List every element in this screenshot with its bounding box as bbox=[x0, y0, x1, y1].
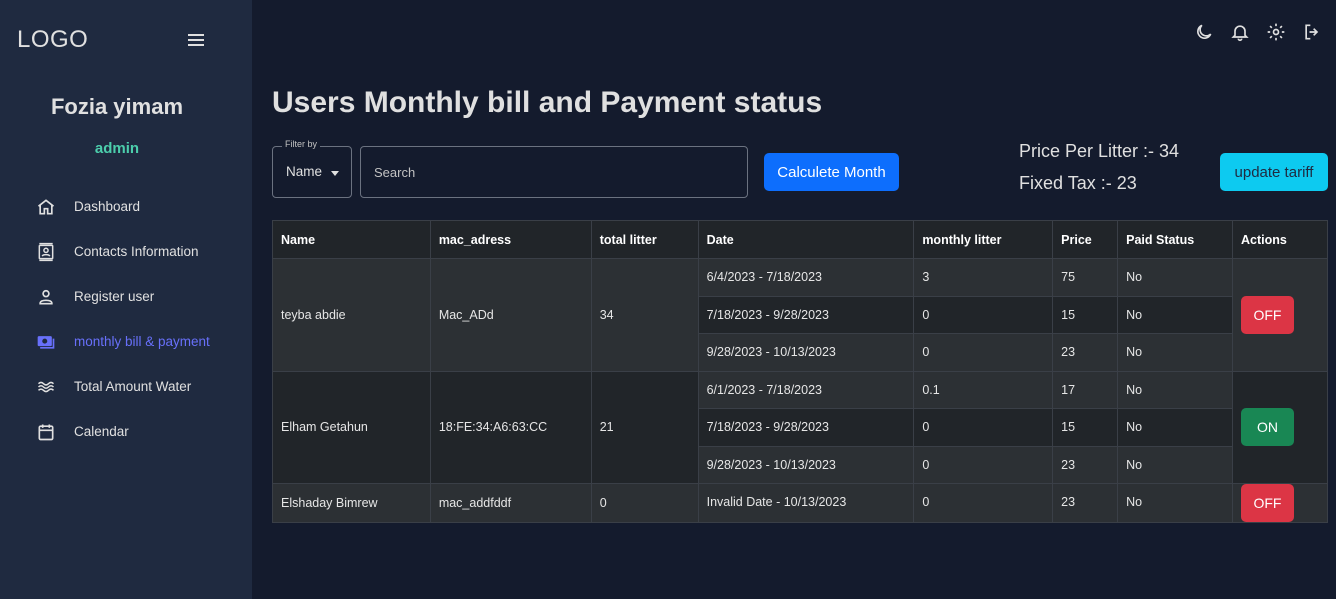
mac-address: Mac_ADd bbox=[429, 258, 592, 372]
sidebar-item-monthly-bill[interactable]: monthly bill & payment bbox=[0, 319, 252, 364]
monthly-litter: 0 bbox=[913, 295, 1054, 334]
sidebar-item-label: Calendar bbox=[74, 424, 129, 439]
date-range: 7/18/2023 - 9/28/2023 bbox=[697, 295, 915, 334]
sidebar-item-label: Dashboard bbox=[74, 199, 141, 214]
actions-cell: ON bbox=[1231, 370, 1329, 484]
dark-mode-icon[interactable] bbox=[1192, 20, 1216, 44]
price: 17 bbox=[1052, 370, 1119, 409]
profile-name: Fozia yimam bbox=[50, 94, 184, 119]
filter-select[interactable]: Name bbox=[272, 146, 352, 198]
toggle-off-button[interactable]: OFF bbox=[1240, 295, 1294, 334]
column-header: Price bbox=[1052, 220, 1119, 259]
monthly-litter: 0 bbox=[913, 408, 1054, 447]
sidebar-item-label: Register user bbox=[74, 289, 155, 304]
total-litter: 0 bbox=[590, 483, 699, 523]
date-range: 7/18/2023 - 9/28/2023 bbox=[697, 408, 915, 447]
logo: LOGO bbox=[17, 26, 89, 53]
column-header: Date bbox=[697, 220, 915, 259]
page-title: Users Monthly bill and Payment status bbox=[272, 86, 823, 119]
column-header: Paid Status bbox=[1117, 220, 1233, 259]
calendar-icon bbox=[36, 422, 56, 442]
paid-status: No bbox=[1117, 445, 1233, 484]
paid-status: No bbox=[1117, 408, 1233, 447]
column-header: Name bbox=[272, 220, 431, 259]
actions-cell: OFF bbox=[1231, 258, 1329, 372]
price: 23 bbox=[1052, 333, 1119, 372]
profile-role: admin bbox=[94, 140, 140, 157]
price: 23 bbox=[1052, 445, 1119, 484]
column-header: total litter bbox=[590, 220, 699, 259]
sidebar: LOGO Fozia yimam admin Dashboard Contact… bbox=[0, 0, 252, 599]
contacts-icon bbox=[36, 242, 56, 262]
sidebar-item-label: monthly bill & payment bbox=[74, 334, 210, 349]
monthly-litter: 0 bbox=[913, 445, 1054, 484]
payment-icon bbox=[36, 332, 56, 352]
calculate-month-button[interactable]: Calculete Month bbox=[764, 153, 899, 191]
user-name: Elshaday Bimrew bbox=[272, 483, 431, 523]
date-range: Invalid Date - 10/13/2023 bbox=[697, 483, 915, 523]
table-row: Elshaday Bimrew mac_addfddf 0 Invalid Da… bbox=[272, 483, 1329, 523]
price: 75 bbox=[1052, 258, 1119, 297]
monthly-litter: 0.1 bbox=[913, 370, 1054, 409]
price: 23 bbox=[1052, 483, 1119, 523]
total-litter: 21 bbox=[590, 370, 699, 484]
home-icon bbox=[36, 197, 56, 217]
fixed-tax: Fixed Tax :- 23 bbox=[1019, 173, 1137, 193]
person-icon bbox=[36, 287, 56, 307]
logout-icon[interactable] bbox=[1300, 20, 1324, 44]
settings-icon[interactable] bbox=[1264, 20, 1288, 44]
monthly-litter: 3 bbox=[913, 258, 1054, 297]
sidebar-item-calendar[interactable]: Calendar bbox=[0, 409, 252, 454]
notifications-icon[interactable] bbox=[1228, 20, 1252, 44]
toggle-on-button[interactable]: ON bbox=[1240, 408, 1294, 447]
sidebar-nav: Dashboard Contacts Information Register … bbox=[0, 184, 252, 454]
topbar-icons bbox=[1180, 20, 1324, 44]
date-range: 6/1/2023 - 7/18/2023 bbox=[697, 370, 915, 409]
paid-status: No bbox=[1117, 295, 1233, 334]
toggle-off-button[interactable]: OFF bbox=[1240, 484, 1294, 522]
paid-status: No bbox=[1117, 333, 1233, 372]
date-range: 6/4/2023 - 7/18/2023 bbox=[697, 258, 915, 297]
column-header: monthly litter bbox=[913, 220, 1054, 259]
total-litter: 34 bbox=[590, 258, 699, 372]
table-row: Elham Getahun 18:FE:34:A6:63:CC 21 6/1/2… bbox=[272, 370, 1329, 484]
column-header: Actions bbox=[1231, 220, 1329, 259]
user-name: teyba abdie bbox=[272, 258, 431, 372]
sidebar-item-dashboard[interactable]: Dashboard bbox=[0, 184, 252, 229]
sidebar-item-total-water[interactable]: Total Amount Water bbox=[0, 364, 252, 409]
user-name: Elham Getahun bbox=[272, 370, 431, 484]
actions-cell: OFF bbox=[1231, 483, 1329, 523]
price: 15 bbox=[1052, 295, 1119, 334]
paid-status: No bbox=[1117, 370, 1233, 409]
paid-status: No bbox=[1117, 258, 1233, 297]
chevron-down-icon bbox=[331, 171, 339, 176]
mac-address: mac_addfddf bbox=[429, 483, 592, 523]
sidebar-item-contacts[interactable]: Contacts Information bbox=[0, 229, 252, 274]
update-tariff-button[interactable]: update tariff bbox=[1220, 153, 1328, 191]
monthly-litter: 0 bbox=[913, 483, 1054, 523]
table-row: teyba abdie Mac_ADd 34 6/4/2023 - 7/18/2… bbox=[272, 258, 1329, 372]
paid-status: No bbox=[1117, 483, 1233, 523]
mac-address: 18:FE:34:A6:63:CC bbox=[429, 370, 592, 484]
column-header: mac_adress bbox=[429, 220, 592, 259]
date-range: 9/28/2023 - 10/13/2023 bbox=[697, 445, 915, 484]
table-header-row: Name mac_adress total litter Date monthl… bbox=[272, 220, 1329, 259]
search-input[interactable] bbox=[360, 146, 748, 198]
date-range: 9/28/2023 - 10/13/2023 bbox=[697, 333, 915, 372]
sidebar-item-label: Contacts Information bbox=[74, 244, 199, 259]
price: 15 bbox=[1052, 408, 1119, 447]
sidebar-item-label: Total Amount Water bbox=[74, 379, 192, 394]
sidebar-item-register-user[interactable]: Register user bbox=[0, 274, 252, 319]
monthly-litter: 0 bbox=[913, 333, 1054, 372]
price-per-litter: Price Per Litter :- 34 bbox=[1019, 141, 1180, 161]
bills-table: Name mac_adress total litter Date monthl… bbox=[272, 220, 1329, 523]
menu-toggle-icon[interactable] bbox=[188, 32, 208, 48]
filter-value: Name bbox=[286, 164, 323, 179]
water-waves-icon bbox=[36, 377, 56, 397]
filter-legend: Filter by bbox=[282, 139, 321, 149]
